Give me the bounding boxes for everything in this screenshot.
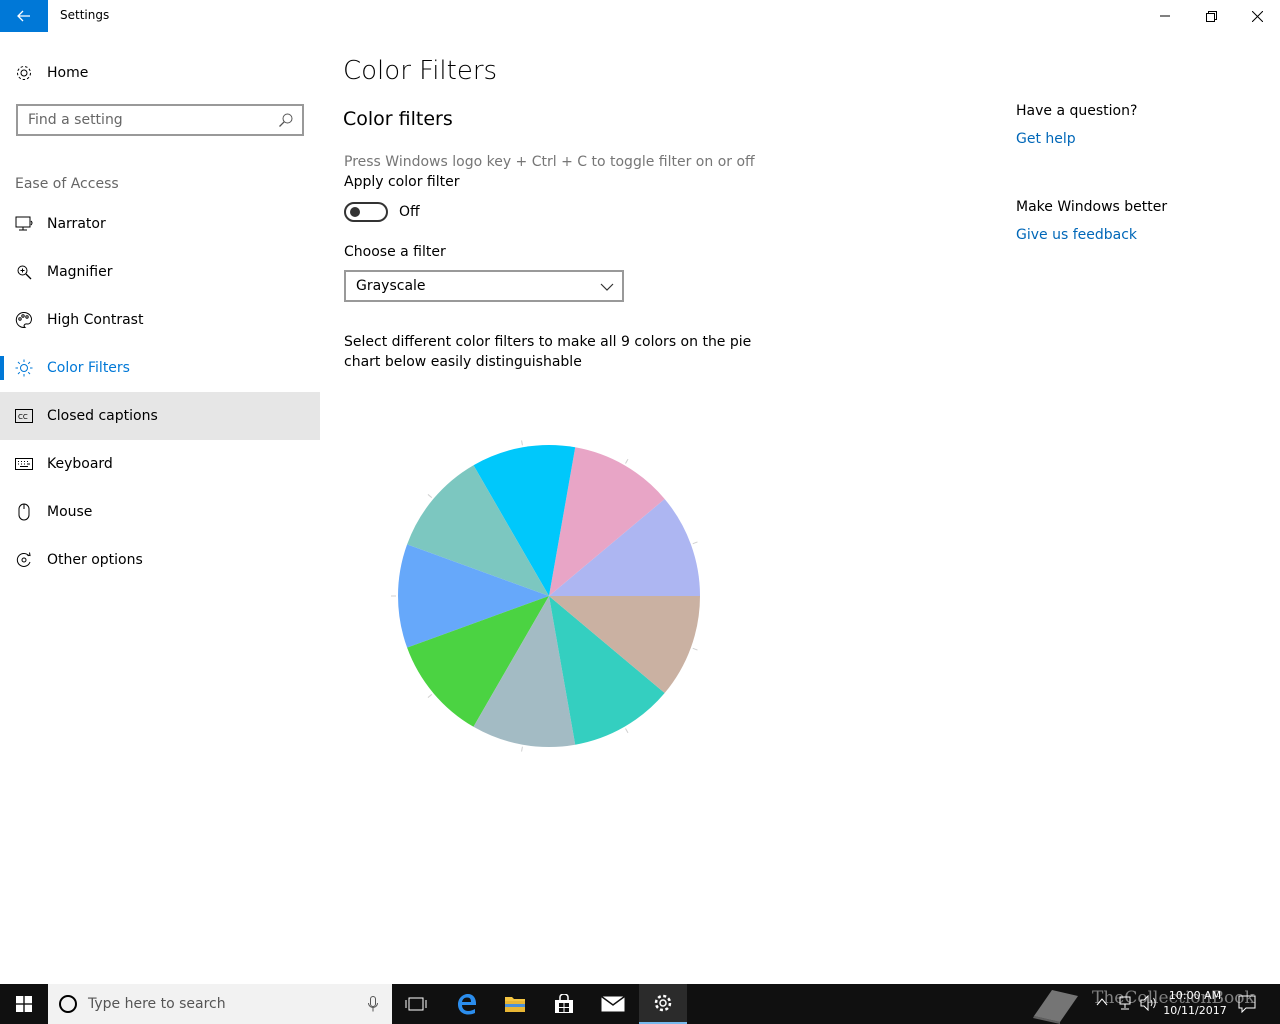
sidebar-item-high-contrast[interactable]: High Contrast [0, 296, 320, 344]
sidebar-item-label: Magnifier [47, 264, 113, 280]
mouse-icon [14, 502, 34, 522]
search-input[interactable] [18, 112, 268, 128]
restore-button[interactable] [1188, 0, 1234, 32]
minimize-button[interactable] [1142, 0, 1188, 32]
task-view-button[interactable] [392, 984, 440, 1024]
close-icon [1251, 10, 1263, 22]
chevron-up-icon[interactable] [1096, 997, 1108, 1007]
action-center-icon[interactable] [1238, 995, 1256, 1013]
pie-tick [625, 728, 629, 734]
other-options-icon [14, 550, 34, 570]
pie-chart-svg [391, 440, 700, 752]
sidebar-item-label: Color Filters [47, 360, 130, 376]
minimize-icon [1160, 15, 1170, 17]
narrator-icon [14, 214, 34, 234]
pie-tick [521, 746, 523, 752]
section-title: Color filters [343, 108, 453, 130]
edge-browser-button[interactable] [443, 984, 491, 1024]
restore-icon [1205, 10, 1217, 22]
pie-tick [692, 541, 698, 545]
apply-filter-label: Apply color filter [344, 174, 460, 190]
taskbar-search-placeholder: Type here to search [88, 996, 226, 1012]
sidebar-item-home[interactable]: Home [0, 56, 320, 90]
pie-tick [692, 647, 698, 651]
page-title: Color Filters [343, 56, 498, 86]
window-title: Settings [60, 8, 110, 22]
magnifier-icon [14, 262, 34, 282]
svg-text:CC: CC [18, 413, 28, 421]
start-button[interactable] [0, 984, 48, 1024]
filter-dropdown-value: Grayscale [356, 278, 426, 294]
clock-time: 10:00 AM [1168, 989, 1222, 1002]
store-button[interactable] [540, 984, 588, 1024]
help-question: Have a question? [1016, 103, 1138, 119]
windows-logo-icon [16, 996, 32, 1012]
taskbar: Type here to search TheCollectionBook 10… [0, 984, 1280, 1024]
taskbar-search-box[interactable]: Type here to search [48, 984, 392, 1024]
filter-description: Select different color filters to make a… [344, 334, 752, 370]
store-bag-icon [555, 994, 573, 1013]
close-button[interactable] [1234, 0, 1280, 32]
file-explorer-button[interactable] [491, 984, 539, 1024]
title-bar: Settings [0, 0, 1280, 32]
mail-icon [601, 996, 625, 1012]
pie-tick [521, 440, 523, 446]
pie-tick [427, 494, 433, 499]
sidebar-item-keyboard[interactable]: Keyboard [0, 440, 320, 488]
keyboard-icon [14, 454, 34, 474]
sidebar-item-mouse[interactable]: Mouse [0, 488, 320, 536]
get-help-link[interactable]: Get help [1016, 131, 1076, 147]
make-windows-better: Make Windows better [1016, 199, 1168, 215]
apply-filter-toggle[interactable] [344, 202, 388, 222]
folder-icon [505, 997, 525, 1012]
search-icon [279, 113, 293, 127]
clock-date: 10/11/2017 [1163, 1004, 1227, 1017]
gear-icon [654, 994, 672, 1012]
section-label: Ease of Access [15, 176, 119, 192]
toggle-state-label: Off [399, 204, 420, 220]
choose-filter-label: Choose a filter [344, 244, 446, 260]
gear-icon [14, 63, 34, 83]
sidebar-item-narrator[interactable]: Narrator [0, 200, 320, 248]
filter-dropdown[interactable]: Grayscale [344, 270, 624, 302]
sidebar-item-label: Mouse [47, 504, 93, 520]
back-arrow-icon [17, 10, 30, 22]
sidebar-item-other-options[interactable]: Other options [0, 536, 320, 584]
pie-tick [625, 458, 629, 464]
toggle-knob [350, 207, 360, 217]
sun-icon [14, 358, 34, 378]
sidebar: Home Ease of Access Narrator Magnifier H… [0, 32, 320, 984]
watermark-book-icon [1033, 990, 1078, 1024]
give-feedback-link[interactable]: Give us feedback [1016, 227, 1137, 243]
sidebar-item-label: High Contrast [47, 312, 144, 328]
nav-list: Narrator Magnifier High Contrast Color F… [0, 200, 320, 584]
home-label: Home [47, 65, 89, 81]
cc-icon: CC [14, 406, 34, 426]
sidebar-item-label: Other options [47, 552, 143, 568]
edge-icon [458, 994, 477, 1015]
color-pie-chart [380, 430, 720, 760]
pie-tick [427, 693, 433, 698]
sidebar-item-color-filters[interactable]: Color Filters [0, 344, 320, 392]
sidebar-item-label: Closed captions [47, 408, 158, 424]
main-content: Color Filters Color filters Press Window… [320, 32, 1280, 984]
mail-button[interactable] [589, 984, 637, 1024]
sidebar-item-closed-captions[interactable]: CC Closed captions [0, 392, 320, 440]
shortcut-hint: Press Windows logo key + Ctrl + C to tog… [344, 154, 755, 170]
search-field[interactable] [16, 104, 304, 136]
network-icon[interactable] [1118, 995, 1134, 1011]
taskbar-clock[interactable]: 10:00 AM 10/11/2017 [1160, 988, 1230, 1018]
palette-icon [14, 310, 34, 330]
sidebar-item-label: Keyboard [47, 456, 113, 472]
chevron-down-icon [600, 283, 614, 291]
volume-icon[interactable] [1140, 995, 1158, 1011]
microphone-icon [368, 996, 378, 1012]
cortana-icon [59, 995, 77, 1013]
task-view-icon [405, 997, 427, 1011]
sidebar-item-label: Narrator [47, 216, 106, 232]
back-button[interactable] [0, 0, 48, 32]
sidebar-item-magnifier[interactable]: Magnifier [0, 248, 320, 296]
settings-taskbar-button[interactable] [639, 984, 687, 1024]
